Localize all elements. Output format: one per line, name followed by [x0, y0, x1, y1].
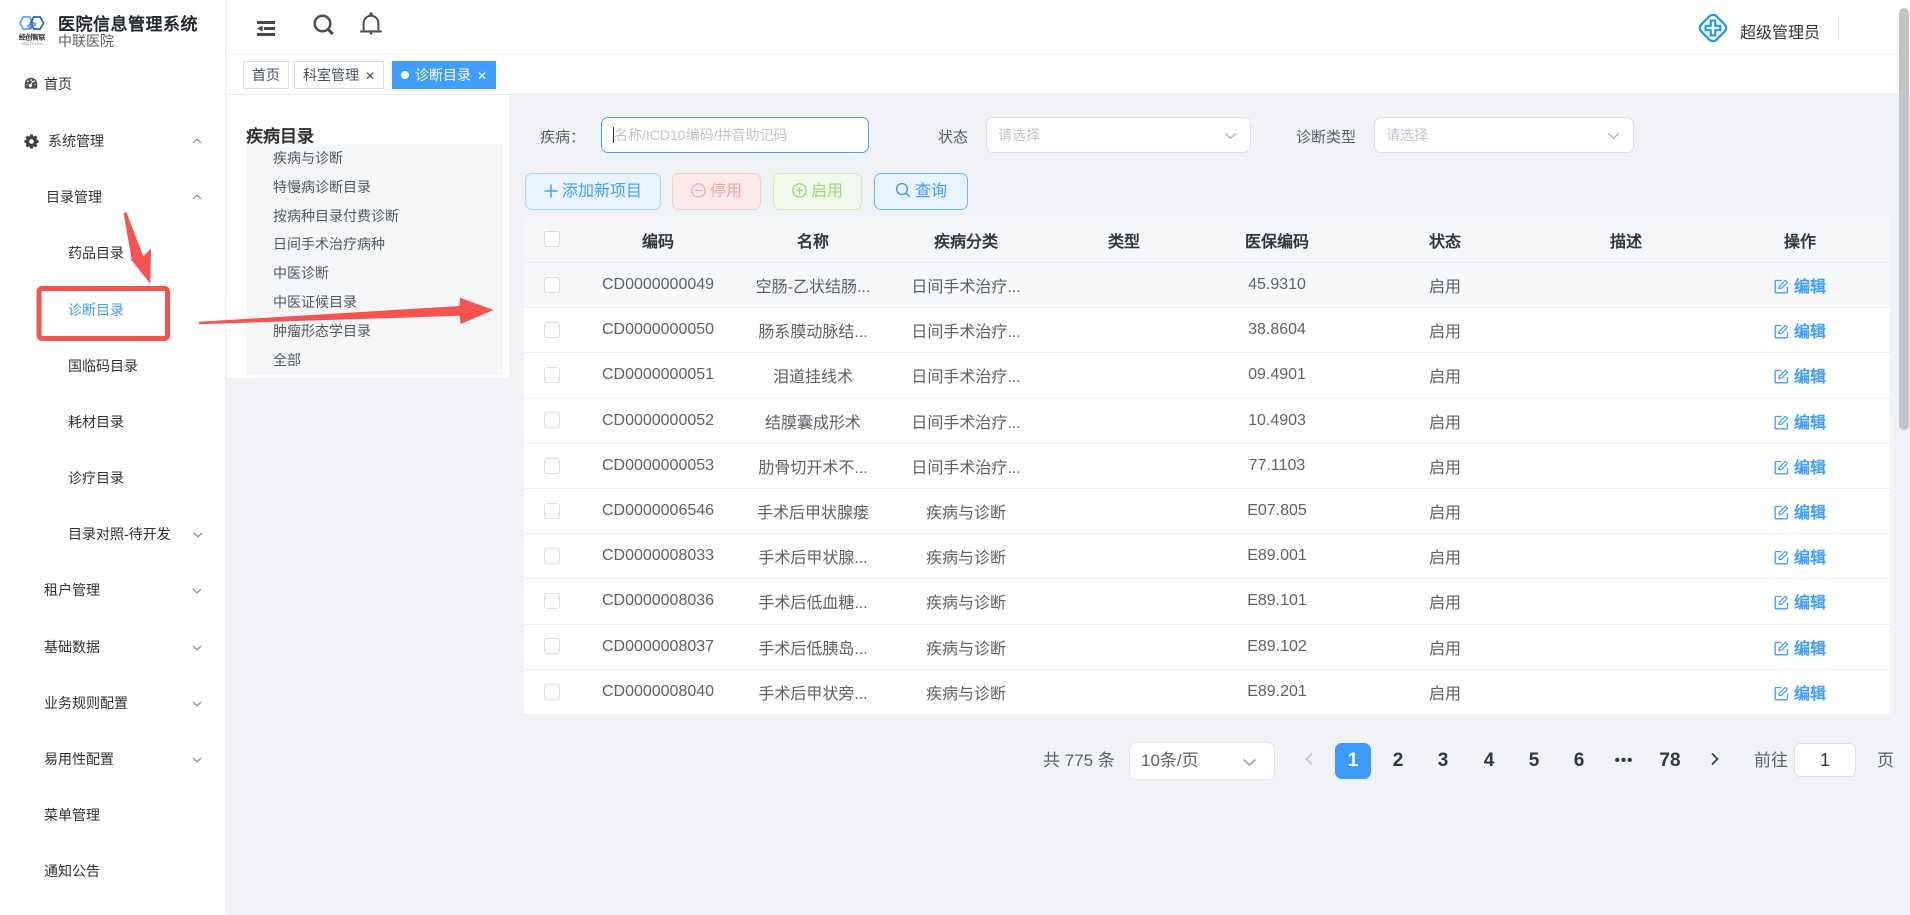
svg-text:HEALTH LINK: HEALTH LINK [21, 42, 43, 46]
svg-text:经创智联: 经创智联 [19, 33, 45, 42]
